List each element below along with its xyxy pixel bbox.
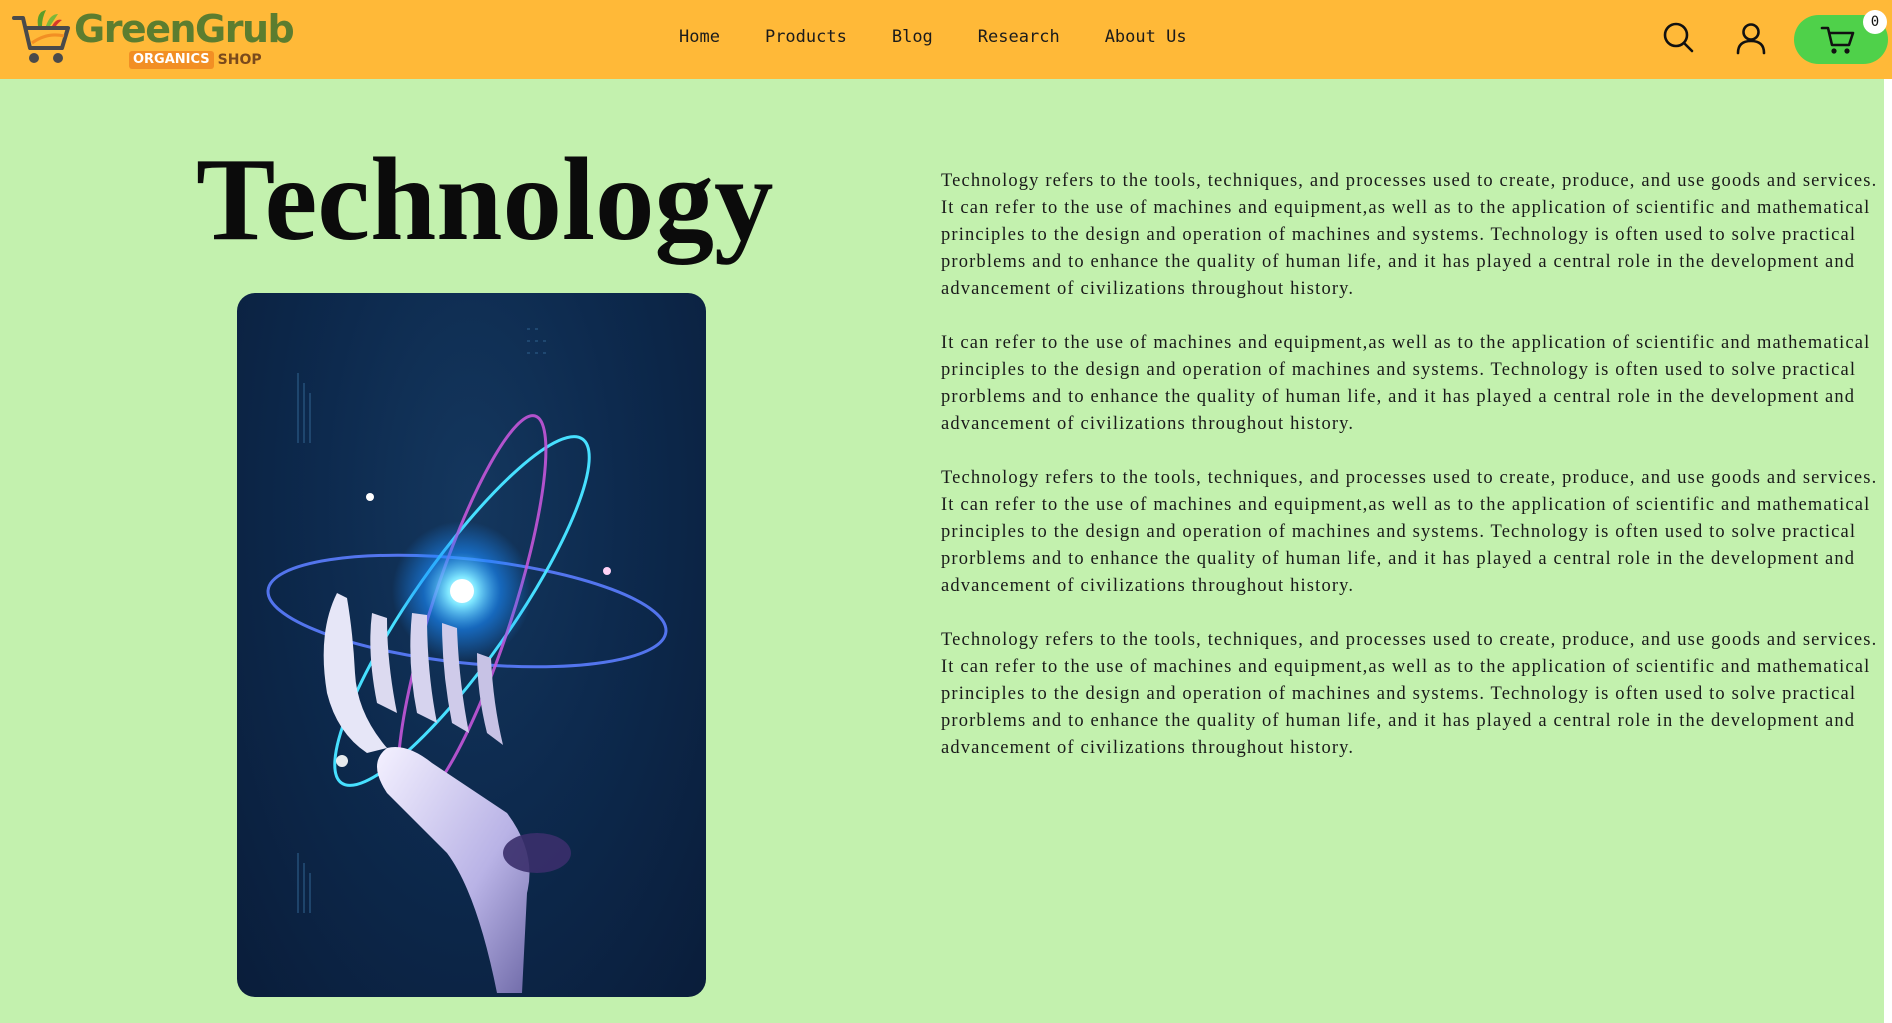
- nav-research[interactable]: Research: [978, 27, 1060, 47]
- nav-about-us[interactable]: About Us: [1105, 27, 1187, 47]
- nav-home[interactable]: Home: [679, 27, 720, 47]
- brand-name-part1: Green: [74, 7, 197, 51]
- brand-name-part2: Grub: [195, 7, 295, 51]
- account-button[interactable]: [1731, 18, 1771, 58]
- robot-hand-atom-illustration: [266, 328, 668, 993]
- page-edge-strip: [1884, 79, 1892, 1023]
- logo-cart-icon: [12, 10, 70, 63]
- brand-tag-organics: ORGANICS: [129, 50, 214, 69]
- cart-icon: [1820, 26, 1855, 54]
- hero-image: [237, 293, 706, 997]
- nav-products[interactable]: Products: [765, 27, 847, 47]
- article-text: Technology refers to the tools, techniqu…: [941, 168, 1881, 789]
- page-title: Technology: [196, 133, 774, 265]
- main-nav: Home Products Blog Research About Us: [679, 27, 1187, 47]
- article-paragraph-1: Technology refers to the tools, techniqu…: [941, 171, 1878, 299]
- user-icon: [1736, 23, 1766, 55]
- brand-tagline: ORGANICS SHOP: [129, 50, 262, 69]
- search-button[interactable]: [1659, 18, 1699, 58]
- article-paragraph-4: Technology refers to the tools, techniqu…: [941, 630, 1878, 758]
- site-header: GreenGrub ORGANICS SHOP Home Products Bl…: [0, 0, 1892, 79]
- article-paragraph-2: It can refer to the use of machines and …: [941, 333, 1871, 434]
- cart-count-badge: 0: [1863, 10, 1887, 34]
- nav-blog[interactable]: Blog: [892, 27, 933, 47]
- search-icon: [1663, 22, 1694, 53]
- logo[interactable]: GreenGrub ORGANICS SHOP: [12, 6, 295, 72]
- brand-name: GreenGrub: [74, 7, 295, 51]
- article-paragraph-3: Technology refers to the tools, techniqu…: [941, 468, 1878, 596]
- brand-tag-shop: SHOP: [217, 51, 262, 68]
